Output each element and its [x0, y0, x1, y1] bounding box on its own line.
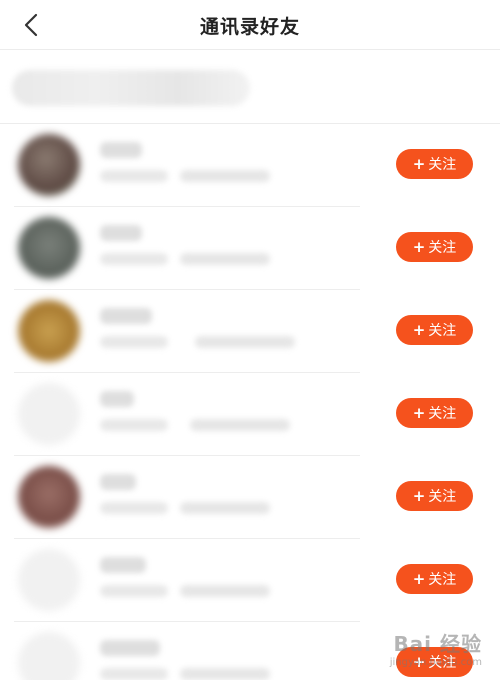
contact-list: + 关注 + 关注 + 关注 + 关注 + 关注 + 关注 + 关注: [0, 124, 500, 680]
follow-button[interactable]: + 关注: [396, 149, 473, 179]
follow-button[interactable]: + 关注: [396, 232, 473, 262]
contact-name: [100, 308, 152, 324]
contact-info: [100, 170, 168, 182]
contact-info: [100, 668, 168, 680]
list-item: + 关注: [0, 622, 500, 680]
follow-label: 关注: [428, 406, 457, 422]
follow-button[interactable]: + 关注: [396, 481, 473, 511]
follow-button[interactable]: + 关注: [396, 315, 473, 345]
follow-label: 关注: [428, 240, 457, 256]
plus-icon: +: [412, 486, 426, 505]
avatar[interactable]: [18, 383, 80, 445]
contact-info: [190, 419, 290, 431]
contact-info: [180, 253, 270, 265]
plus-icon: +: [412, 403, 426, 422]
avatar[interactable]: [18, 134, 80, 196]
follow-button[interactable]: + 关注: [396, 564, 473, 594]
avatar[interactable]: [18, 549, 80, 611]
follow-label: 关注: [428, 489, 457, 505]
follow-button[interactable]: + 关注: [396, 398, 473, 428]
contact-name: [100, 225, 142, 241]
list-item: + 关注: [0, 373, 500, 456]
follow-button[interactable]: + 关注: [396, 647, 473, 677]
contact-name: [100, 474, 136, 490]
follow-label: 关注: [428, 572, 457, 588]
contact-name: [100, 391, 134, 407]
contact-info: [180, 502, 270, 514]
follow-label: 关注: [428, 655, 457, 671]
page-title: 通讯录好友: [199, 16, 300, 38]
avatar[interactable]: [18, 217, 80, 279]
follow-label: 关注: [428, 157, 457, 173]
list-item: + 关注: [0, 124, 500, 207]
contact-info: [100, 502, 168, 514]
contact-info: [100, 585, 168, 597]
list-item: + 关注: [0, 290, 500, 373]
list-item: + 关注: [0, 456, 500, 539]
list-item: + 关注: [0, 207, 500, 290]
contact-info: [180, 170, 270, 182]
contact-info: [100, 336, 168, 348]
contact-info: [100, 419, 168, 431]
plus-icon: +: [412, 154, 426, 173]
avatar[interactable]: [18, 466, 80, 528]
list-item: + 关注: [0, 539, 500, 622]
top-bar: 通讯录好友: [0, 0, 500, 50]
search-bar[interactable]: [12, 70, 250, 106]
contact-name: [100, 640, 160, 656]
contact-name: [100, 142, 142, 158]
plus-icon: +: [412, 320, 426, 339]
plus-icon: +: [412, 237, 426, 256]
contact-info: [180, 668, 270, 680]
contact-name: [100, 557, 146, 573]
contact-info: [100, 253, 168, 265]
plus-icon: +: [412, 652, 426, 671]
avatar[interactable]: [18, 300, 80, 362]
contact-info: [180, 585, 270, 597]
search-section: [0, 50, 500, 124]
plus-icon: +: [412, 569, 426, 588]
contact-info: [195, 336, 295, 348]
avatar[interactable]: [18, 632, 80, 680]
follow-label: 关注: [428, 323, 457, 339]
